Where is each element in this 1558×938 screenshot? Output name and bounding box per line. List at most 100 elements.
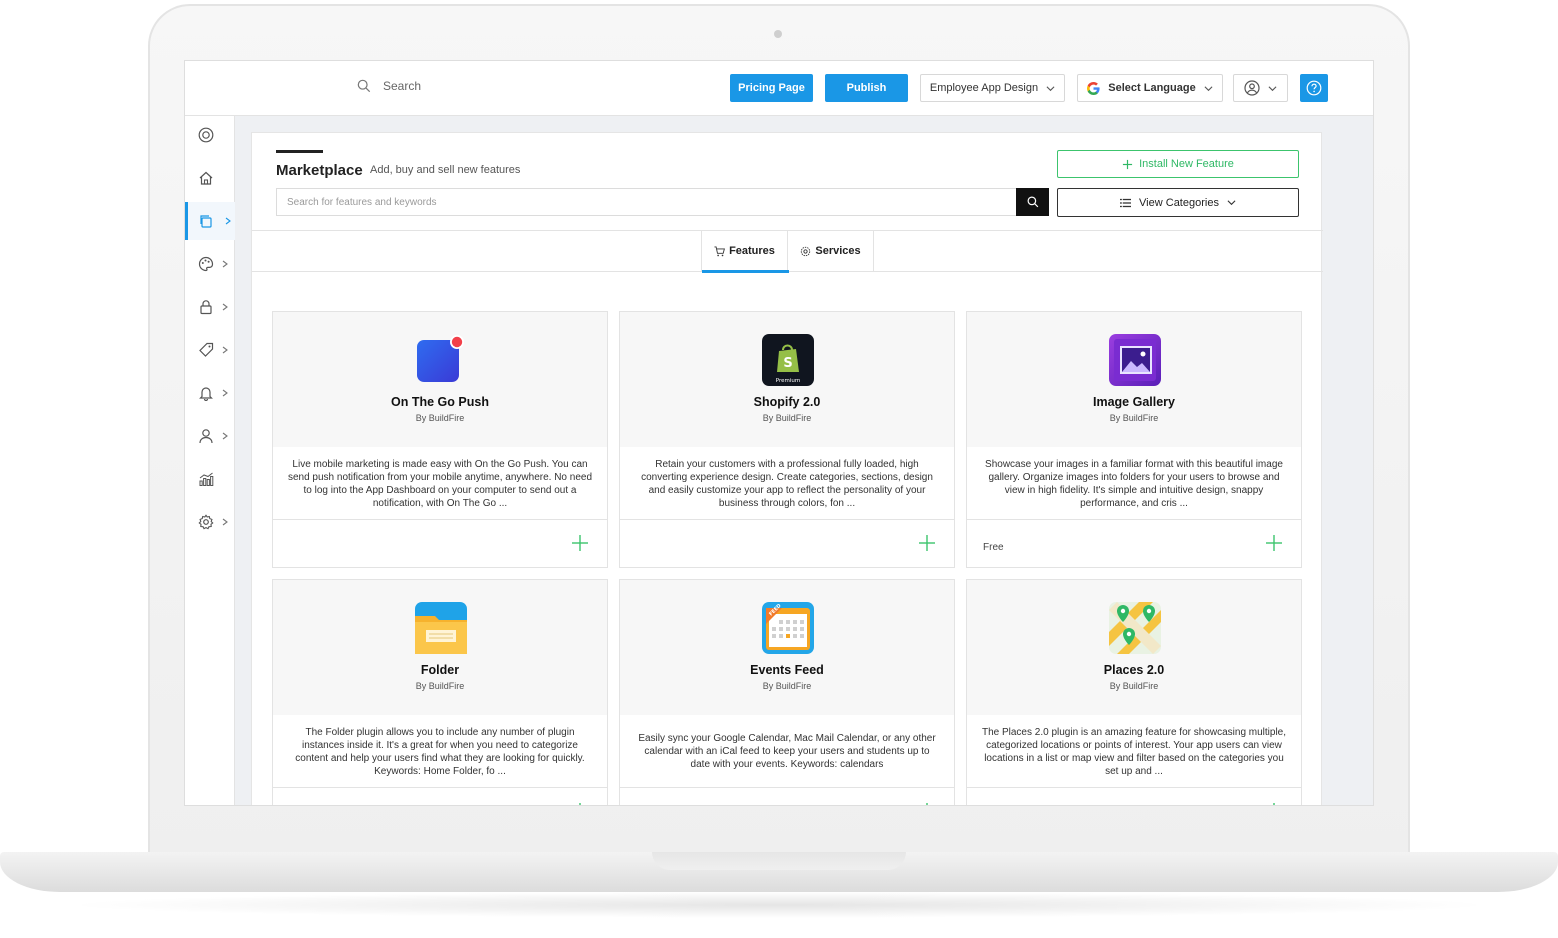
card-title: On The Go Push: [391, 395, 489, 409]
plugins-icon: [200, 215, 212, 228]
feature-search-button[interactable]: [1016, 188, 1049, 216]
chevron-right-icon: [222, 518, 228, 526]
card-divider: [620, 787, 954, 788]
feature-card[interactable]: Folder By BuildFire The Folder plugin al…: [272, 579, 608, 806]
home-icon: [199, 171, 213, 185]
chevron-right-icon: [222, 432, 228, 440]
camera: [774, 30, 782, 38]
lifebuoy-icon: [198, 127, 214, 143]
search-icon: [1027, 196, 1038, 208]
pricing-page-button[interactable]: Pricing Page: [730, 74, 813, 102]
add-feature-icon[interactable]: [1265, 534, 1283, 552]
card-author: By BuildFire: [415, 413, 465, 423]
publish-button[interactable]: Publish: [825, 74, 908, 102]
map-icon: [1109, 602, 1161, 654]
gear-icon: [801, 246, 811, 256]
add-feature-icon[interactable]: [1265, 802, 1283, 806]
push-icon: [415, 334, 467, 386]
card-author: By BuildFire: [1109, 681, 1159, 691]
shopify-icon: S Premium: [762, 334, 814, 386]
card-title: Events Feed: [750, 663, 824, 677]
chevron-right-icon: [222, 260, 228, 268]
sidebar-item-support[interactable]: [185, 116, 235, 154]
card-description: Live mobile marketing is made easy with …: [287, 459, 593, 509]
sidebar-item-monetize[interactable]: [185, 331, 235, 369]
lock-icon: [200, 300, 212, 315]
card-author: By BuildFire: [1109, 413, 1159, 423]
folder-icon: [415, 602, 467, 654]
app-selector-dropdown[interactable]: Employee App Design: [920, 74, 1065, 102]
card-description: The Folder plugin allows you to include …: [295, 727, 585, 777]
tab-features[interactable]: Features: [701, 231, 789, 273]
page-title: Marketplace: [276, 162, 363, 179]
tab-services[interactable]: Services: [788, 231, 874, 271]
tab-services-label: Services: [815, 245, 861, 257]
card-title: Folder: [420, 663, 460, 677]
search-icon: [357, 79, 371, 93]
card-divider: [967, 519, 1301, 520]
bell-icon: [199, 387, 213, 401]
chevron-right-icon: [225, 217, 231, 225]
title-accent-bar: [276, 150, 323, 153]
chevron-right-icon: [222, 389, 228, 397]
sidebar-item-users[interactable]: [185, 417, 235, 455]
chevron-down-icon: [1268, 85, 1277, 91]
sidebar-item-settings[interactable]: [185, 503, 235, 541]
card-title: Places 2.0: [1103, 663, 1165, 677]
card-description: Easily sync your Google Calendar, Mac Ma…: [638, 733, 936, 770]
add-feature-icon[interactable]: [571, 802, 589, 806]
sidebar-item-analytics[interactable]: [185, 460, 235, 498]
premium-badge: Premium: [776, 378, 800, 384]
add-feature-icon[interactable]: [918, 802, 936, 806]
card-divider: [273, 787, 607, 788]
install-label: Install New Feature: [1139, 158, 1234, 170]
sidebar-item-home[interactable]: [185, 159, 235, 197]
feature-search-input[interactable]: Search for features and keywords: [276, 188, 1017, 216]
chevron-down-icon: [1204, 85, 1213, 91]
feature-card[interactable]: Image Gallery By BuildFire Showcase your…: [966, 311, 1302, 568]
install-new-feature-button[interactable]: Install New Feature: [1057, 150, 1299, 178]
feature-card[interactable]: Places 2.0 By BuildFire The Places 2.0 p…: [966, 579, 1302, 806]
language-label: Select Language: [1108, 82, 1196, 94]
gear-icon: [198, 514, 214, 530]
card-divider: [273, 519, 607, 520]
card-title: Image Gallery: [1093, 395, 1175, 409]
card-price: Free: [983, 542, 1004, 553]
sidebar: [185, 116, 235, 805]
page-subtitle: Add, buy and sell new features: [370, 164, 521, 176]
calendar-icon: FEED: [762, 602, 814, 654]
sidebar-item-design[interactable]: [185, 245, 235, 283]
plus-icon: [1123, 159, 1133, 169]
sidebar-item-notifications[interactable]: [185, 374, 235, 412]
user-circle-icon: [1244, 80, 1260, 96]
top-search[interactable]: Search: [357, 79, 421, 93]
marketplace-panel: Marketplace Add, buy and sell new featur…: [251, 132, 1323, 806]
top-search-placeholder: Search: [383, 79, 422, 93]
list-icon: [1120, 198, 1132, 207]
view-categories-dropdown[interactable]: View Categories: [1057, 188, 1299, 217]
card-description: The Places 2.0 plugin is an amazing feat…: [981, 727, 1287, 777]
feature-card[interactable]: FEED Events Feed By BuildFire Easily syn…: [619, 579, 955, 806]
chevron-down-icon: [1046, 85, 1055, 91]
laptop-shadow: [60, 892, 1498, 918]
analytics-icon: [199, 472, 214, 486]
feature-card[interactable]: S Premium Shopify 2.0 By BuildFire Retai…: [619, 311, 955, 568]
categories-label: View Categories: [1139, 196, 1219, 209]
help-button[interactable]: [1300, 74, 1328, 102]
card-title: Shopify 2.0: [753, 395, 821, 409]
language-selector[interactable]: Select Language: [1077, 74, 1223, 102]
help-icon: [1306, 80, 1322, 96]
top-bar: Search Pricing Page Publish Employee App…: [185, 61, 1373, 116]
card-divider: [620, 519, 954, 520]
feature-card[interactable]: On The Go Push By BuildFire Live mobile …: [272, 311, 608, 568]
sidebar-item-plugins[interactable]: [185, 202, 235, 240]
sidebar-item-security[interactable]: [185, 288, 235, 326]
add-feature-icon[interactable]: [571, 534, 589, 552]
add-feature-icon[interactable]: [918, 534, 936, 552]
tab-features-label: Features: [729, 245, 775, 257]
user-menu-button[interactable]: [1233, 74, 1288, 102]
user-icon: [199, 429, 213, 444]
card-description: Showcase your images in a familiar forma…: [985, 459, 1283, 509]
card-description: Retain your customers with a professiona…: [641, 459, 933, 509]
gallery-icon: [1109, 334, 1161, 386]
